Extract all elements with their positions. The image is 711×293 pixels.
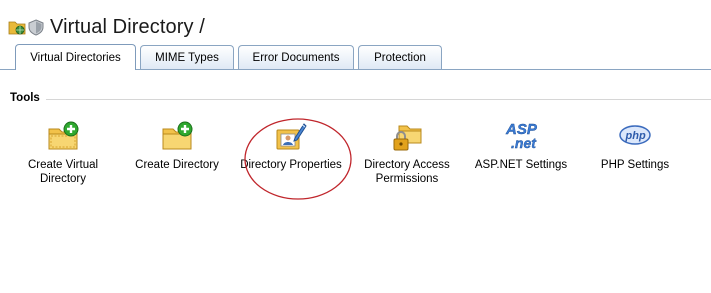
- tool-label: Create Directory: [135, 159, 219, 171]
- tool-label: Create Virtual Directory: [27, 159, 99, 185]
- tab-mime-types[interactable]: MIME Types: [140, 45, 234, 69]
- create-virtual-directory-button[interactable]: Create Virtual Directory: [8, 120, 118, 186]
- directory-properties-icon: [276, 123, 307, 150]
- svg-text:.net: .net: [511, 135, 537, 151]
- folder-lock-icon: [393, 125, 422, 151]
- folder-add-icon: [162, 121, 193, 150]
- svg-text:php: php: [625, 130, 646, 142]
- tool-label: PHP Settings: [600, 159, 670, 171]
- tab-protection[interactable]: Protection: [358, 45, 442, 69]
- directory-properties-button[interactable]: Directory Properties: [236, 120, 346, 172]
- php-icon: php: [619, 125, 651, 145]
- tab-bar: Virtual Directories MIME Types Error Doc…: [15, 44, 446, 70]
- aspnet-icon: ASP .net: [505, 121, 538, 151]
- folder-add-icon: [48, 121, 79, 150]
- aspnet-settings-button[interactable]: ASP .net ASP.NET Settings: [466, 120, 576, 172]
- tab-virtual-directories[interactable]: Virtual Directories: [15, 44, 136, 70]
- tool-label: Directory Access Permissions: [364, 159, 450, 185]
- tool-label: ASP.NET Settings: [474, 159, 568, 171]
- tools-section-label: Tools: [10, 92, 40, 104]
- folder-globe-icon: [8, 18, 26, 36]
- php-settings-button[interactable]: php PHP Settings: [580, 120, 690, 172]
- page-title: Virtual Directory /: [50, 15, 205, 38]
- tab-error-documents[interactable]: Error Documents: [238, 45, 354, 69]
- shield-icon: [27, 18, 45, 36]
- page-header: Virtual Directory /: [8, 14, 205, 40]
- directory-access-permissions-button[interactable]: Directory Access Permissions: [352, 120, 462, 186]
- create-directory-button[interactable]: Create Directory: [122, 120, 232, 172]
- tools-divider: [46, 99, 711, 100]
- tool-label: Directory Properties: [240, 159, 342, 171]
